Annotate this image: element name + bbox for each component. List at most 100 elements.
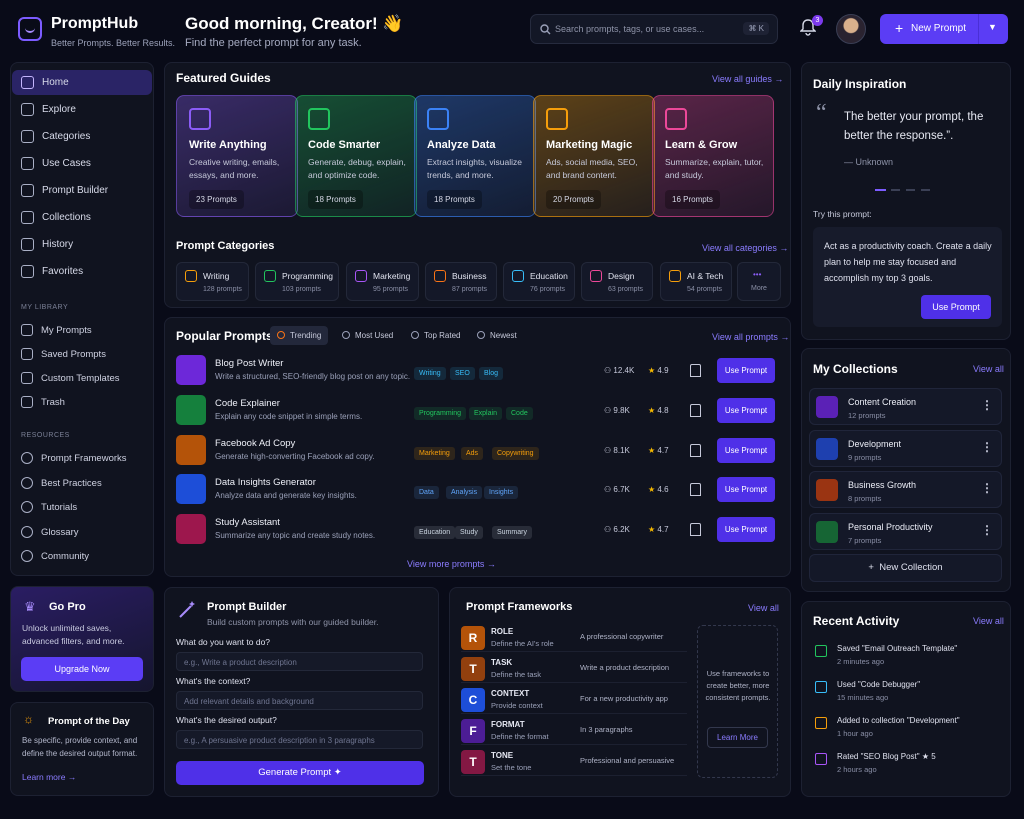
activity-item[interactable]: Rated "SEO Blog Post" ★ 5 2 hours ago: [815, 750, 1000, 780]
carousel-dot-active[interactable]: [875, 189, 886, 191]
new-collection-button[interactable]: + New Collection: [809, 554, 1002, 582]
framework-item-role[interactable]: R ROLE Define the AI's role A professional …: [461, 624, 687, 652]
more-options-icon[interactable]: ⋮: [981, 481, 993, 495]
activity-item[interactable]: Used "Code Debugger" 15 minutes ago: [815, 678, 1000, 708]
sidebar-item-categories[interactable]: Categories: [12, 124, 152, 149]
collection-item[interactable]: Personal Productivity 7 prompts ⋮: [809, 512, 1002, 550]
table-row[interactable]: Blog Post Writer Write a structured, SEO-…: [174, 352, 780, 390]
prompt-tag[interactable]: Writing: [414, 367, 446, 380]
library-item-saved-prompts[interactable]: Saved Prompts: [12, 344, 152, 366]
category-more[interactable]: ••• More: [737, 262, 781, 301]
chevron-down-icon[interactable]: ▼: [988, 22, 997, 32]
use-prompt-button[interactable]: Use Prompt: [921, 295, 991, 319]
prompt-tag[interactable]: Summary: [492, 526, 532, 540]
tab-top-rated[interactable]: Top Rated: [404, 326, 464, 345]
collection-item[interactable]: Development 9 prompts ⋮: [809, 429, 1002, 467]
carousel-dot[interactable]: [906, 189, 915, 191]
activity-item[interactable]: Added to collection "Development" 1 hour …: [815, 714, 1000, 744]
collections-view-all-link[interactable]: View all: [973, 364, 1004, 374]
more-options-icon[interactable]: ⋮: [981, 523, 993, 537]
activity-item[interactable]: Saved "Email Outreach Template" 2 minutes…: [815, 642, 1000, 672]
use-prompt-button[interactable]: Use Prompt: [717, 517, 775, 543]
category-education[interactable]: Education 76 prompts: [503, 262, 575, 301]
bookmark-icon[interactable]: [690, 483, 701, 497]
framework-item-task[interactable]: T TASK Define the task Write a product desc…: [461, 655, 687, 683]
logo-icon[interactable]: [18, 17, 42, 41]
guide-card-analyze-data[interactable]: Analyze Data Extract insights, visualize …: [414, 95, 536, 217]
more-options-icon[interactable]: ⋮: [981, 398, 993, 412]
category-writing[interactable]: Writing 128 prompts: [176, 262, 249, 301]
more-options-icon[interactable]: ⋮: [981, 440, 993, 454]
framework-item-context[interactable]: C CONTEXT Provide context For a new product…: [461, 686, 687, 714]
resource-item-best-practices[interactable]: Best Practices: [12, 473, 152, 495]
sidebar-item-prompt-builder[interactable]: Prompt Builder: [12, 178, 152, 203]
prompt-tag[interactable]: Blog: [479, 367, 504, 380]
sidebar-item-favorites[interactable]: Favorites: [12, 259, 152, 284]
learn-more-button[interactable]: Learn More: [707, 727, 768, 748]
table-row[interactable]: Facebook Ad Copy Generate high-converting…: [174, 432, 780, 470]
view-all-prompts-link[interactable]: View all prompts →: [712, 332, 789, 342]
tab-newest[interactable]: Newest: [470, 326, 526, 345]
carousel-dot[interactable]: [921, 189, 930, 191]
tab-most-used[interactable]: Most Used: [335, 326, 397, 345]
library-item-trash[interactable]: Trash: [12, 392, 152, 414]
generate-prompt-button[interactable]: Generate Prompt ✦: [176, 761, 424, 785]
upgrade-button[interactable]: Upgrade Now: [21, 657, 143, 681]
view-more-prompts-link[interactable]: View more prompts →: [407, 559, 496, 569]
sidebar-item-home[interactable]: Home: [12, 70, 152, 95]
prompt-tag[interactable]: Study: [455, 526, 483, 540]
framework-item-format[interactable]: F FORMAT Define the format In 3 paragraphs: [461, 717, 687, 745]
bookmark-icon[interactable]: [690, 523, 701, 537]
prompt-tag[interactable]: Marketing: [414, 446, 455, 460]
sidebar-item-collections[interactable]: Collections: [12, 205, 152, 230]
table-row[interactable]: Data Insights Generator Analyze data and …: [174, 471, 780, 509]
sidebar-item-explore[interactable]: Explore: [12, 97, 152, 122]
guide-card-marketing-magic[interactable]: Marketing Magic Ads, social media, SEO, a…: [533, 95, 655, 217]
table-row[interactable]: Study Assistant Summarize any topic and c…: [174, 511, 780, 549]
prompt-tag[interactable]: Ads: [461, 446, 484, 460]
category-design[interactable]: Design 63 prompts: [581, 262, 653, 301]
resource-item-glossary[interactable]: Glossary: [12, 522, 152, 544]
avatar[interactable]: [836, 14, 866, 44]
prompt-tag[interactable]: Explain: [469, 406, 502, 420]
prompt-tag[interactable]: Copywriting: [492, 446, 539, 460]
prompt-tag[interactable]: Programming: [414, 406, 467, 420]
bookmark-icon[interactable]: [690, 364, 701, 377]
bookmark-icon[interactable]: [690, 403, 701, 417]
collection-item[interactable]: Business Growth 8 prompts ⋮: [809, 471, 1002, 508]
new-prompt-button[interactable]: + New Prompt ▼: [880, 14, 1008, 44]
category-business[interactable]: Business 87 prompts: [425, 262, 497, 301]
builder-field-input[interactable]: Add relevant details and background: [176, 691, 423, 710]
frameworks-view-all-link[interactable]: View all: [748, 603, 779, 613]
prompt-tag[interactable]: Insights: [484, 486, 519, 500]
library-item-custom-templates[interactable]: Custom Templates: [12, 368, 152, 390]
sidebar-item-history[interactable]: History: [12, 232, 152, 257]
view-all-guides-link[interactable]: View all guides →: [712, 74, 783, 84]
library-item-my-prompts[interactable]: My Prompts: [12, 320, 152, 342]
prompt-tag[interactable]: Code: [506, 406, 533, 420]
guide-card-write-anything[interactable]: Write Anything Creative writing, emails, …: [176, 95, 298, 217]
resource-item-tutorials[interactable]: Tutorials: [12, 497, 152, 519]
collection-item[interactable]: Content Creation 12 prompts ⋮: [809, 388, 1002, 425]
guide-card-learn-grow[interactable]: Learn & Grow Summarize, explain, tutor, a…: [652, 95, 774, 217]
activity-view-all-link[interactable]: View all: [973, 616, 1004, 626]
sidebar-item-use-cases[interactable]: Use Cases: [12, 151, 152, 176]
prompt-tag[interactable]: Analysis: [446, 486, 483, 500]
tab-trending[interactable]: Trending: [270, 326, 328, 345]
prompt-tag[interactable]: Education: [414, 526, 456, 540]
framework-item-tone[interactable]: T TONE Set the tone Professional and persua…: [461, 748, 687, 776]
guide-card-code-smarter[interactable]: Code Smarter Generate, debug, explain, an…: [295, 95, 417, 217]
potd-learn-more-link[interactable]: Learn more →: [22, 772, 76, 782]
app-name[interactable]: PromptHub: [51, 15, 138, 33]
use-prompt-button[interactable]: Use Prompt: [717, 358, 775, 383]
builder-field-input[interactable]: e.g., A persuasive product description i…: [176, 730, 423, 749]
builder-field-input[interactable]: e.g., Write a product description: [176, 652, 423, 671]
category-ai-tech[interactable]: AI & Tech 54 prompts: [660, 262, 732, 301]
resource-item-prompt-frameworks[interactable]: Prompt Frameworks: [12, 448, 152, 470]
resource-item-community[interactable]: Community: [12, 546, 152, 568]
use-prompt-button[interactable]: Use Prompt: [717, 437, 775, 463]
prompt-tag[interactable]: SEO: [450, 367, 475, 380]
use-prompt-button[interactable]: Use Prompt: [717, 477, 775, 503]
search-input[interactable]: Search prompts, tags, or use cases... ⌘ …: [530, 14, 778, 44]
table-row[interactable]: Code Explainer Explain any code snippet i…: [174, 392, 780, 430]
